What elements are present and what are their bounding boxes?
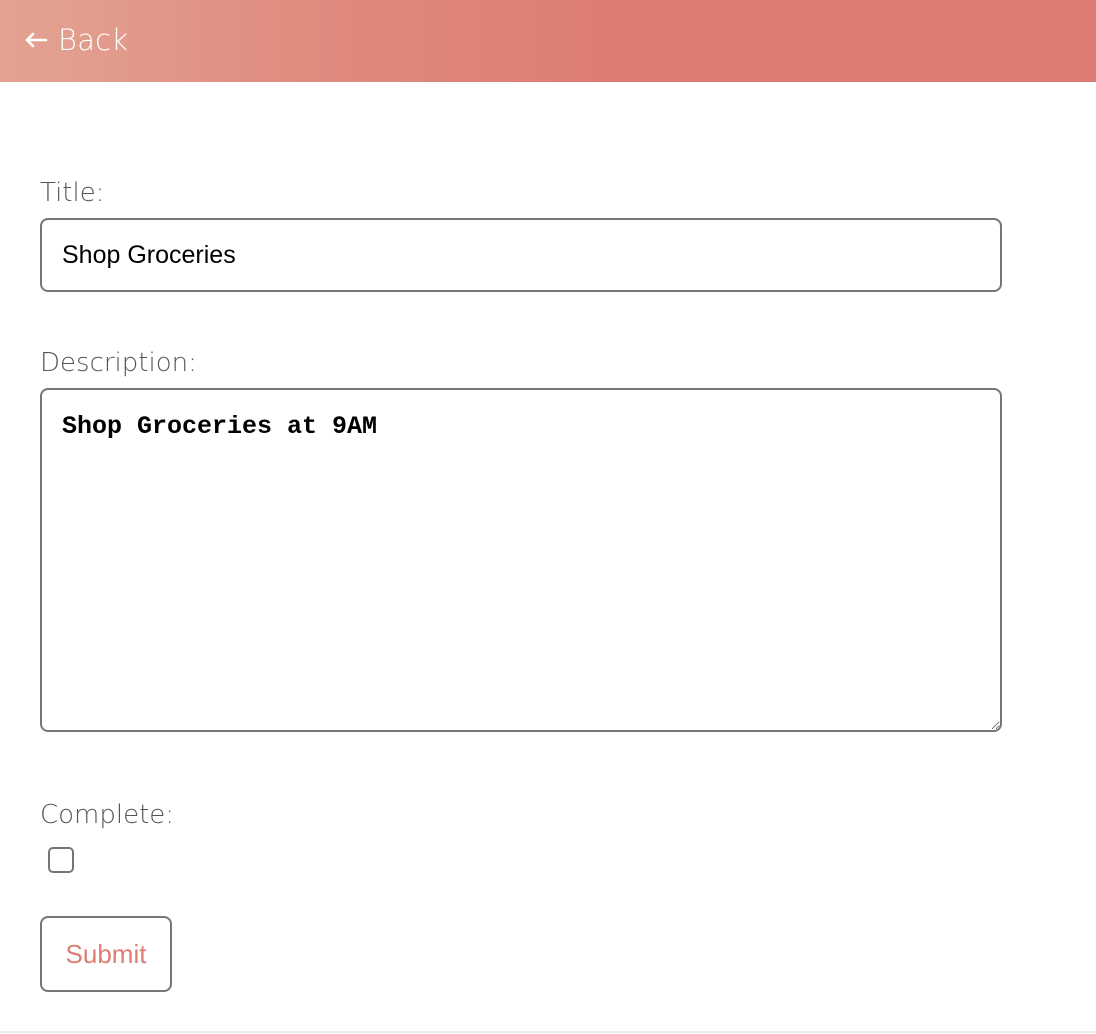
description-textarea[interactable]: Shop Groceries at 9AM [40, 388, 1002, 732]
complete-label: Complete: [40, 800, 175, 830]
bottom-divider [0, 1031, 1096, 1033]
submit-button[interactable]: Submit [40, 916, 172, 992]
back-link[interactable]: Back [24, 20, 128, 60]
title-label: Title: [40, 178, 105, 208]
title-input[interactable] [40, 218, 1002, 292]
complete-checkbox[interactable] [48, 847, 74, 873]
description-label: Description: [40, 348, 197, 378]
back-link-label: Back [58, 23, 129, 57]
arrow-left-icon [25, 32, 48, 48]
top-bar: Back [0, 0, 1096, 82]
